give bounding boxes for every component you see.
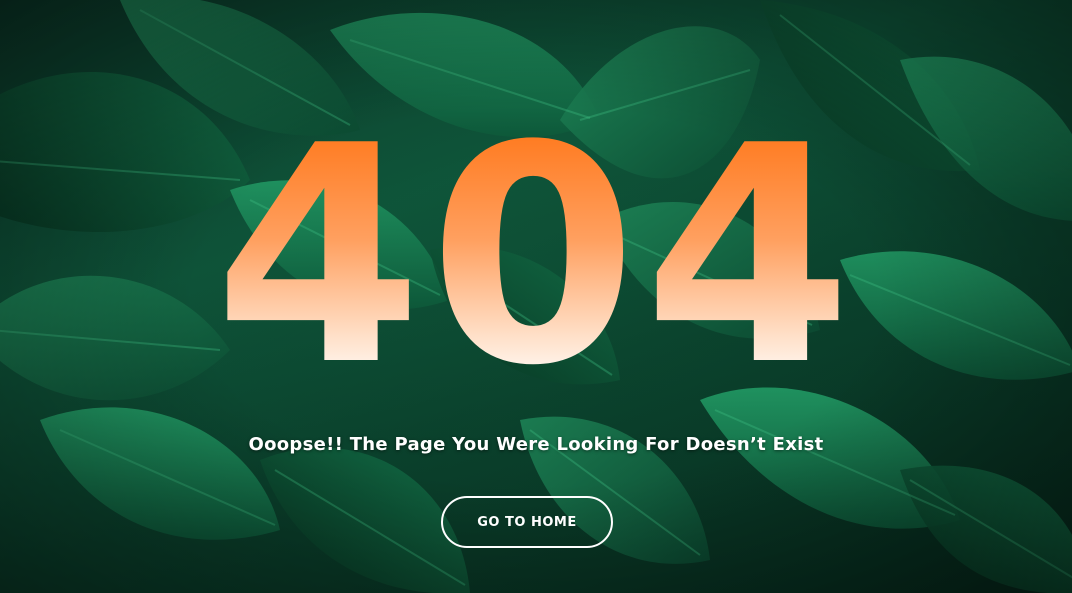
go-to-home-button[interactable]: GO TO HOME — [441, 496, 613, 548]
error-page: 404 Ooopse!! The Page You Were Looking F… — [0, 0, 1072, 593]
error-message: Ooopse!! The Page You Were Looking For D… — [248, 434, 824, 455]
go-to-home-label: GO TO HOME — [477, 514, 577, 530]
error-code-404: 404 — [0, 92, 1072, 422]
